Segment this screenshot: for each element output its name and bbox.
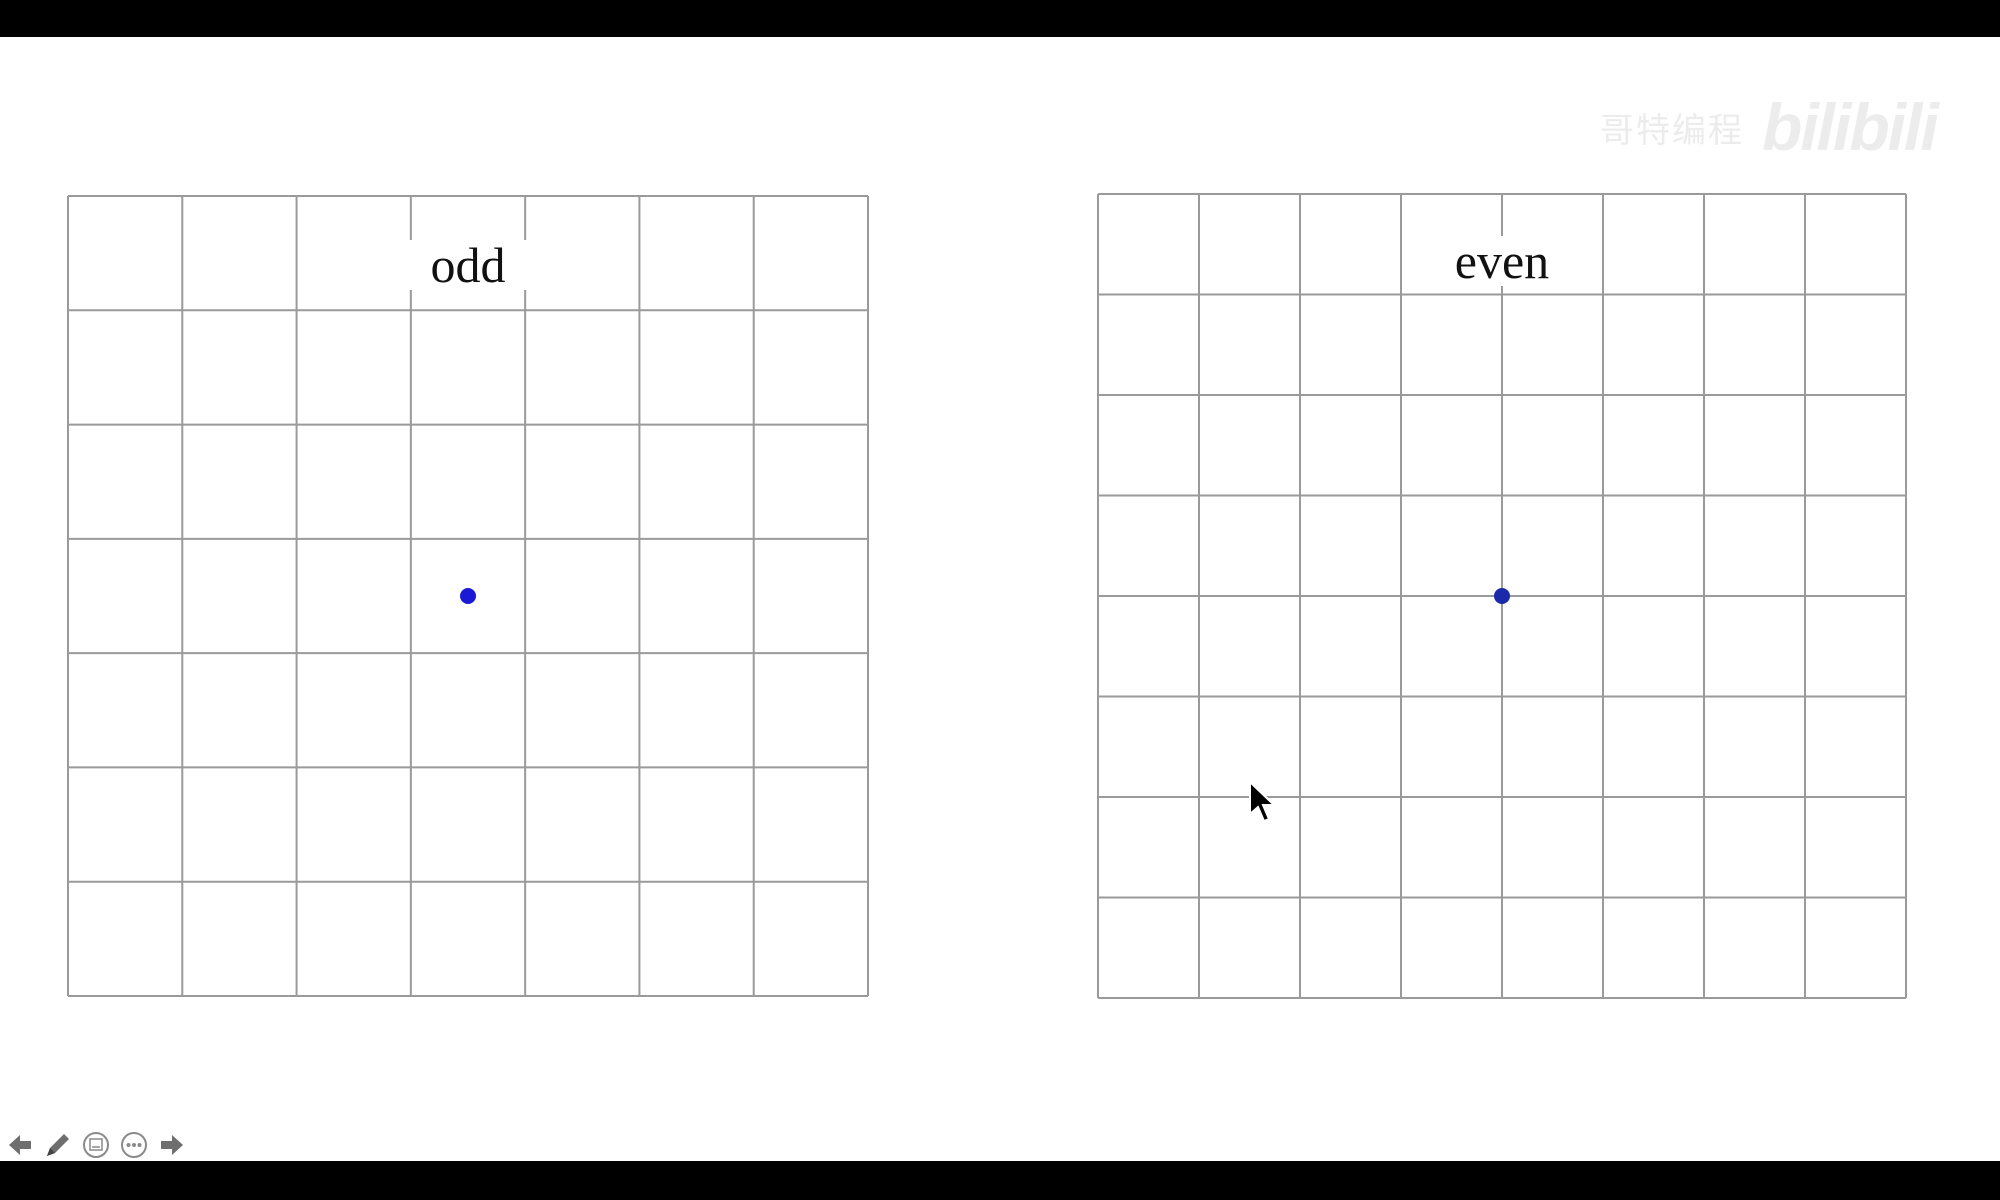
even-grid: even	[1097, 193, 1907, 999]
bilibili-logo: bilibili	[1762, 90, 1939, 164]
center-dot	[460, 588, 476, 604]
pen-icon	[47, 1134, 69, 1156]
letterbox-bottom	[0, 1161, 2000, 1200]
next-slide-button[interactable]	[156, 1129, 188, 1161]
even-grid-lines	[1097, 193, 1907, 999]
letterbox-top	[0, 0, 2000, 37]
arrow-left-icon	[9, 1135, 31, 1155]
pen-tool-button[interactable]	[42, 1129, 74, 1161]
even-grid-label: even	[1442, 236, 1562, 286]
slide-canvas: 哥特编程 bilibili odd even	[0, 37, 2000, 1161]
watermark-text: 哥特编程	[1600, 111, 1744, 150]
odd-grid-label: odd	[408, 240, 528, 290]
slide-view-button[interactable]	[80, 1129, 112, 1161]
center-dot	[1494, 588, 1510, 604]
odd-grid-lines	[67, 195, 869, 997]
bilibili-watermark: 哥特编程 bilibili	[1600, 77, 1970, 177]
slide-view-icon	[83, 1132, 109, 1158]
odd-grid: odd	[67, 195, 869, 997]
arrow-right-icon	[161, 1135, 183, 1155]
more-options-icon	[121, 1132, 147, 1158]
previous-slide-button[interactable]	[4, 1129, 36, 1161]
slideshow-toolbar	[4, 1125, 188, 1165]
mouse-cursor-icon	[1249, 780, 1277, 823]
more-options-button[interactable]	[118, 1129, 150, 1161]
